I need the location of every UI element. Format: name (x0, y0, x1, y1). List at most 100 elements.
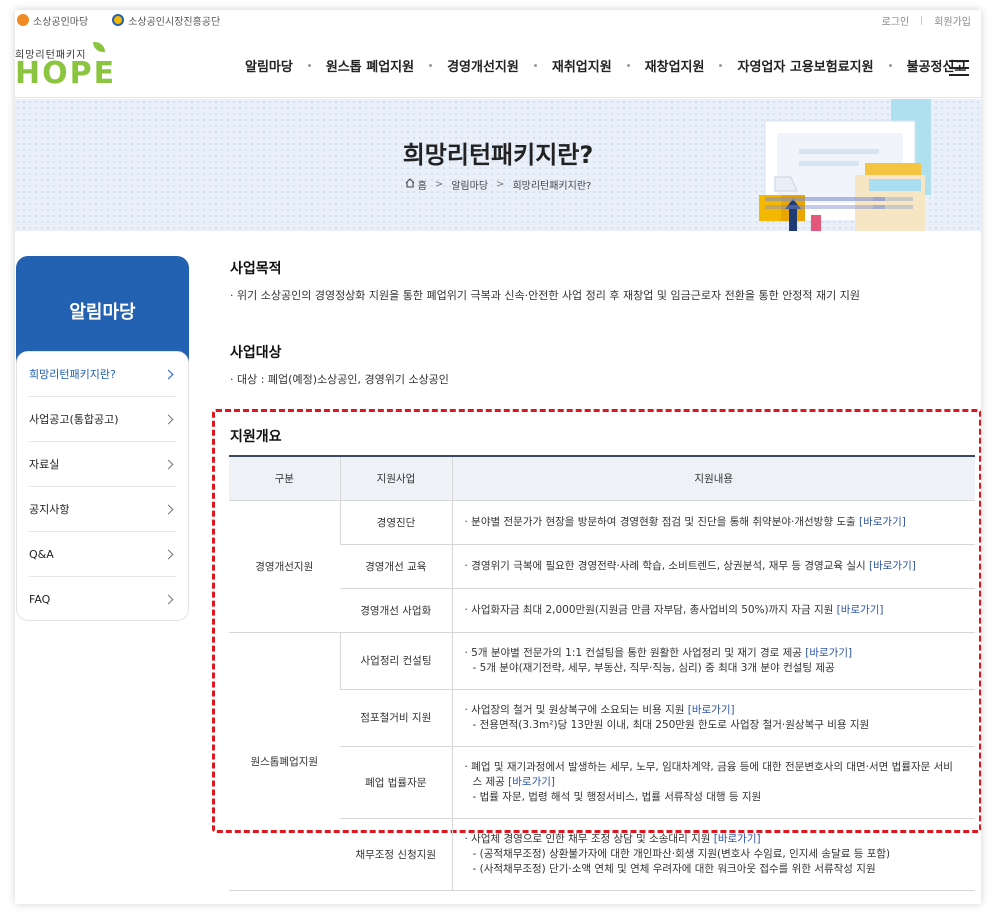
nav-divider (307, 64, 311, 67)
nav-item-management[interactable]: 경영개선지원 (447, 56, 519, 75)
program-cell: 폐업 법률자문 (340, 746, 452, 819)
sidebar-item-about[interactable]: 희망리턴패키지란? (29, 352, 176, 397)
nav-item-closure[interactable]: 원스톱 폐업지원 (326, 56, 414, 75)
table-row: 폐업 법률자문 · 폐업 및 재기과정에서 발생하는 세무, 노무, 임대차계약… (229, 746, 975, 819)
content-cell: · 사업장의 철거 및 원상복구에 소요되는 비용 지원 [바로가기] - 전용… (451, 689, 975, 747)
org-label-1: 소상공인마당 (33, 16, 89, 28)
leaf-icon (93, 42, 105, 52)
shortcut-link[interactable]: [바로가기] (837, 604, 884, 616)
program-cell: 점포철거비 지원 (340, 689, 452, 747)
section-title-overview: 지원개요 (230, 429, 282, 445)
utility-bar: 소상공인마당 소상공인시장진흥공단 로그인 회원가입 (15, 10, 981, 30)
hamburger-menu-icon[interactable] (949, 60, 969, 76)
chevron-right-icon: > (496, 179, 505, 190)
content-cell: · 사업체 경영으로 인한 채무 조정 상담 및 소송대리 지원 [바로가기] … (451, 818, 975, 891)
sidebar-item-resources[interactable]: 자료실 (29, 442, 176, 487)
logo-wordmark: HOPE (15, 56, 117, 91)
content-cell: · 경영위기 극복에 필요한 경영전략·사례 학습, 소비트렌드, 상권분석, … (451, 544, 975, 589)
content-cell: · 사업화자금 최대 2,000만원(지원금 만큼 자부담, 총사업비의 50%… (451, 588, 975, 633)
column-header-content: 지원내용 (451, 455, 975, 501)
section-title-target: 사업대상 (230, 345, 282, 361)
column-header-category: 구분 (229, 455, 340, 501)
program-cell: 사업정리 컨설팅 (339, 632, 452, 690)
sidebar-item-qna[interactable]: Q&A (29, 532, 176, 577)
content-subline: - (사적채무조정) 단기·소액 연체 및 연체 우려자에 대한 워크아웃 접수… (472, 862, 876, 875)
chevron-right-icon (163, 504, 174, 514)
table-row: 점포철거비 지원 · 사업장의 철거 및 원상복구에 소요되는 비용 지원 [바… (229, 689, 975, 747)
table-header-row: 구분 지원사업 지원내용 (229, 455, 975, 501)
shortcut-link[interactable]: [바로가기] (688, 704, 735, 716)
page-banner: 희망리턴패키지란? 홈 > 알림마당 > 희망리턴패키지란? (15, 99, 981, 231)
nav-divider (626, 64, 630, 67)
org-logo-icon (112, 14, 125, 26)
chevron-right-icon (163, 369, 174, 379)
content-subline: - (공적채무조정) 상환불가자에 대한 개인파산·회생 지원(변호사 수임료,… (472, 847, 891, 860)
shortcut-link[interactable]: [바로가기] (714, 833, 761, 845)
org-logo-icon (17, 14, 29, 26)
content-cell: · 5개 분야별 전문가의 1:1 컨설팅을 통한 원활한 사업정리 및 재기 … (451, 632, 975, 690)
program-cell: 경영개선 교육 (340, 544, 452, 589)
nav-item-restart[interactable]: 재창업지원 (645, 56, 705, 75)
org-link-2[interactable]: 소상공인시장진흥공단 (112, 13, 220, 28)
site-logo[interactable]: 희망리턴패키지 HOPE (15, 42, 115, 92)
breadcrumb-section[interactable]: 알림마당 (451, 177, 488, 192)
program-cell: 경영진단 (339, 500, 452, 545)
nav-divider (429, 64, 433, 67)
sidebar-item-label: 공지사항 (29, 503, 70, 516)
content-line: · 사업화자금 최대 2,000만원(지원금 만큼 자부담, 총사업비의 50%… (464, 603, 834, 616)
section-text-target: · 대상 : 폐업(예정)소상공인, 경영위기 소상공인 (230, 373, 449, 386)
shortcut-link[interactable]: [바로가기] (805, 647, 852, 659)
sidebar-item-label: 사업공고(통합공고) (29, 413, 119, 426)
column-header-program: 지원사업 (339, 455, 452, 501)
nav-item-reemployment[interactable]: 재취업지원 (552, 56, 612, 75)
table-row: 경영개선 교육 · 경영위기 극복에 필요한 경영전략·사례 학습, 소비트렌드… (229, 544, 975, 589)
section-title-purpose: 사업목적 (230, 261, 282, 277)
sidebar-item-faq[interactable]: FAQ (29, 577, 176, 622)
content-cell: · 분야별 전문가가 현장을 방문하여 경영현황 점검 및 진단을 통해 취약분… (451, 500, 975, 545)
login-link[interactable]: 로그인 (882, 13, 910, 28)
join-link[interactable]: 회원가입 (934, 13, 971, 28)
content-line: · 분야별 전문가가 현장을 방문하여 경영현황 점검 및 진단을 통해 취약분… (464, 515, 856, 528)
sidebar-item-notices[interactable]: 공지사항 (29, 487, 176, 532)
nav-divider (888, 64, 892, 67)
category-cell: 경영개선지원 (229, 500, 340, 633)
org-link-1[interactable]: 소상공인마당 (17, 13, 88, 28)
section-text-purpose: · 위기 소상공인의 경영정상화 지원을 통한 폐업위기 극복과 신속·안전한 … (230, 289, 861, 302)
breadcrumb-current: 희망리턴패키지란? (512, 181, 592, 192)
nav-divider (533, 64, 537, 67)
org-label-2: 소상공인시장진흥공단 (128, 16, 221, 28)
nav-item-insurance[interactable]: 자영업자 고용보험료지원 (737, 56, 873, 75)
sidebar-item-announcements[interactable]: 사업공고(통합공고) (29, 397, 176, 442)
breadcrumb-home[interactable]: 홈 (418, 177, 427, 192)
sidebar-item-label: FAQ (29, 593, 51, 606)
sidebar-menu: 희망리턴패키지란? 사업공고(통합공고) 자료실 공지사항 Q&A FAQ (16, 351, 189, 621)
category-cell: 원스톱폐업지원 (229, 632, 340, 891)
program-cell: 경영개선 사업화 (340, 588, 452, 633)
banner-illustration (745, 99, 981, 231)
nav-divider (719, 64, 723, 67)
content-subline: - 5개 분야(재기전략, 세무, 부동산, 직무·직능, 심리) 중 최대 3… (472, 661, 835, 674)
sidebar-item-label: Q&A (29, 547, 54, 561)
shortcut-link[interactable]: [바로가기] (869, 560, 916, 572)
sidebar-item-label: 희망리턴패키지란? (29, 368, 116, 381)
content-subline: - 전용면적(3.3m²)당 13만원 이내, 최대 250만원 한도로 사업장… (472, 718, 870, 731)
nav-item-notice[interactable]: 알림마당 (245, 56, 293, 75)
content-subline: - 법률 자문, 법령 해석 및 행정서비스, 법률 서류작성 대행 등 지원 (472, 790, 762, 803)
shortcut-link[interactable]: [바로가기] (859, 516, 906, 528)
content-line: · 경영위기 극복에 필요한 경영전략·사례 학습, 소비트렌드, 상권분석, … (464, 559, 866, 572)
content-line: · 사업장의 철거 및 원상복구에 소요되는 비용 지원 (464, 703, 685, 716)
main-nav: 알림마당 원스톱 폐업지원 경영개선지원 재취업지원 재창업지원 자영업자 고용… (245, 56, 966, 75)
table-row: 경영개선 사업화 · 사업화자금 최대 2,000만원(지원금 만큼 자부담, … (229, 588, 975, 633)
shortcut-link[interactable]: [바로가기] (508, 776, 555, 788)
chevron-right-icon (163, 459, 174, 469)
site-header: 희망리턴패키지 HOPE 알림마당 원스톱 폐업지원 경영개선지원 재취업지원 … (15, 30, 981, 98)
sidebar: 알림마당 희망리턴패키지란? 사업공고(통합공고) 자료실 공지사항 Q&A F… (16, 256, 189, 622)
chevron-right-icon (163, 549, 174, 559)
sidebar-title: 알림마당 (69, 302, 136, 323)
home-icon (405, 178, 415, 191)
chevron-right-icon (163, 414, 174, 424)
content-line: 스 제공 (472, 775, 505, 788)
table-row: 원스톱폐업지원 사업정리 컨설팅 · 5개 분야별 전문가의 1:1 컨설팅을 … (229, 632, 975, 891)
table-row: 경영개선지원 경영진단 · 분야별 전문가가 현장을 방문하여 경영현황 점검 … (229, 500, 975, 633)
support-overview-table: 구분 지원사업 지원내용 경영개선지원 경영진단 · 분야별 전문가가 현장을 … (229, 455, 975, 891)
